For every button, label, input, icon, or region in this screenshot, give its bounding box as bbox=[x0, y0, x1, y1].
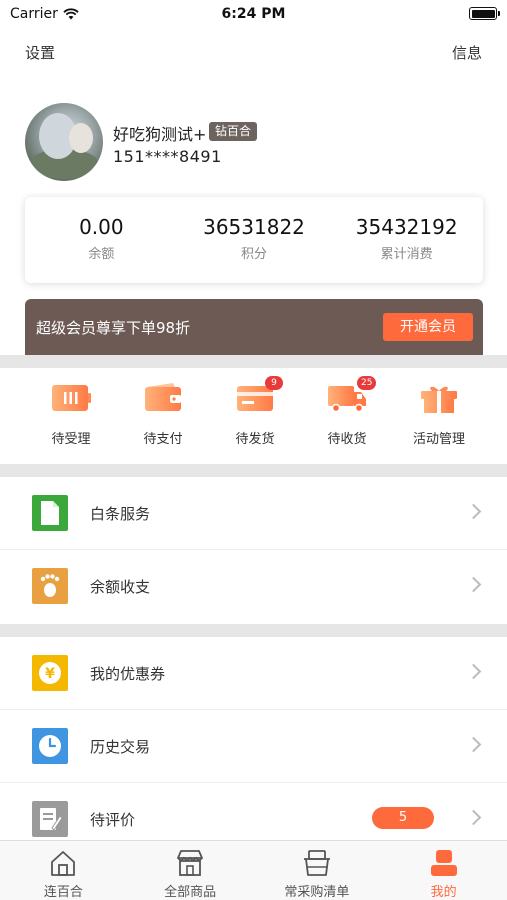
stat-value: 0.00 bbox=[79, 215, 124, 239]
divider bbox=[0, 355, 507, 368]
stat-points[interactable]: 36531822 积分 bbox=[178, 197, 331, 283]
count-badge: 5 bbox=[372, 807, 434, 829]
coupon-icon: ¥ bbox=[32, 655, 68, 691]
menu-item-label: 余额收支 bbox=[90, 578, 151, 596]
document-icon bbox=[32, 495, 68, 531]
divider bbox=[0, 464, 507, 477]
user-icon bbox=[430, 850, 457, 876]
menu-group-account: ¥ 我的优惠券 历史交易 待评价 5 bbox=[0, 637, 507, 856]
profile-header[interactable]: 好吃狗测试+ 钻百合 151****8491 bbox=[25, 103, 485, 183]
clock: 6:24 PM bbox=[221, 6, 286, 22]
menu-item-iou-service[interactable]: 白条服务 bbox=[0, 477, 507, 550]
open-membership-button[interactable]: 开通会员 bbox=[383, 313, 473, 341]
vip-banner-text: 超级会员尊享下单98折 bbox=[36, 319, 191, 337]
tab-label: 全部商品 bbox=[164, 885, 217, 900]
settings-button[interactable]: 设置 bbox=[25, 42, 55, 63]
tab-home[interactable]: 连百合 bbox=[0, 841, 127, 900]
svg-text:¥: ¥ bbox=[45, 666, 55, 682]
footprint-icon bbox=[32, 568, 68, 604]
battery-icon bbox=[52, 385, 91, 411]
tab-label: 常采购清单 bbox=[284, 885, 350, 900]
tab-label: 连百合 bbox=[43, 885, 83, 900]
tab-purchase-list[interactable]: 常采购清单 bbox=[254, 841, 381, 900]
order-status-row: 待受理 待支付 9 待发货 25 待收货 活动管理 bbox=[0, 368, 507, 464]
notification-badge: 25 bbox=[357, 376, 377, 390]
chevron-right-icon bbox=[465, 809, 482, 826]
stat-total-spend[interactable]: 35432192 累计消费 bbox=[330, 197, 483, 283]
clock-icon bbox=[32, 728, 68, 764]
messages-button[interactable]: 信息 bbox=[452, 42, 482, 63]
gift-icon bbox=[421, 386, 457, 413]
chevron-right-icon bbox=[465, 576, 482, 593]
review-icon bbox=[32, 801, 68, 837]
activity-management[interactable]: 活动管理 bbox=[393, 368, 485, 464]
menu-group-services: 白条服务 余额收支 bbox=[0, 477, 507, 623]
stat-value: 35432192 bbox=[355, 215, 458, 239]
tab-bar: 连百合 全部商品 常采购清单 我的 bbox=[0, 840, 507, 900]
stat-label: 累计消费 bbox=[380, 247, 433, 262]
chevron-right-icon bbox=[465, 736, 482, 753]
vip-banner: 超级会员尊享下单98折 开通会员 bbox=[25, 299, 483, 355]
store-icon bbox=[177, 850, 204, 876]
menu-item-label: 白条服务 bbox=[90, 505, 151, 523]
order-pending-receipt[interactable]: 25 待收货 bbox=[301, 368, 393, 464]
divider bbox=[0, 624, 507, 637]
tab-label: 我的 bbox=[430, 885, 457, 900]
account-stats-card: 0.00 余额 36531822 积分 35432192 累计消费 bbox=[25, 197, 483, 283]
status-bar: Carrier 6:24 PM bbox=[0, 0, 507, 28]
menu-item-my-coupons[interactable]: ¥ 我的优惠券 bbox=[0, 637, 507, 710]
tab-all-products[interactable]: 全部商品 bbox=[127, 841, 254, 900]
tab-mine[interactable]: 我的 bbox=[380, 841, 507, 900]
stat-label: 余额 bbox=[88, 247, 115, 262]
notification-badge: 9 bbox=[265, 376, 283, 390]
menu-item-label: 我的优惠券 bbox=[90, 665, 166, 683]
nickname: 好吃狗测试+ bbox=[113, 125, 207, 144]
menu-item-label: 历史交易 bbox=[90, 738, 151, 756]
stat-value: 36531822 bbox=[203, 215, 305, 239]
order-label: 待受理 bbox=[51, 432, 91, 447]
stat-label: 积分 bbox=[241, 247, 268, 262]
member-level-badge: 钻百合 bbox=[209, 122, 258, 141]
order-label: 活动管理 bbox=[412, 432, 465, 447]
menu-item-label: 待评价 bbox=[90, 811, 136, 829]
stat-balance[interactable]: 0.00 余额 bbox=[25, 197, 178, 283]
wallet-icon bbox=[145, 383, 181, 411]
order-label: 待支付 bbox=[143, 432, 183, 447]
order-pending-payment[interactable]: 待支付 bbox=[117, 368, 209, 464]
chevron-right-icon bbox=[465, 503, 482, 520]
battery-icon bbox=[469, 7, 500, 20]
menu-item-transaction-history[interactable]: 历史交易 bbox=[0, 710, 507, 783]
order-pending-shipment[interactable]: 9 待发货 bbox=[209, 368, 301, 464]
menu-item-balance-history[interactable]: 余额收支 bbox=[0, 550, 507, 623]
basket-icon bbox=[303, 850, 330, 876]
top-nav: 设置 信息 bbox=[0, 40, 507, 66]
order-label: 待收货 bbox=[327, 432, 367, 447]
order-pending-accept[interactable]: 待受理 bbox=[25, 368, 117, 464]
order-label: 待发货 bbox=[235, 432, 275, 447]
phone-number: 151****8491 bbox=[113, 147, 222, 166]
avatar[interactable] bbox=[25, 103, 103, 181]
chevron-right-icon bbox=[465, 663, 482, 680]
home-icon bbox=[51, 851, 76, 876]
